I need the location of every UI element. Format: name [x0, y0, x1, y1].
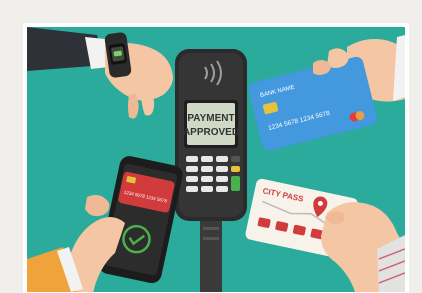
- confirm-key: [231, 176, 240, 191]
- screen-line-1: PAYMENT: [187, 113, 234, 124]
- terminal-screen: [187, 103, 235, 145]
- screen-line-2: APPROVED: [183, 127, 239, 138]
- contactless-payment-illustration: PAYMENT APPROVED BANK NAME 1234 5678 123…: [27, 27, 405, 292]
- page-frame: PAYMENT APPROVED BANK NAME 1234 5678 123…: [0, 0, 422, 293]
- payment-terminal: PAYMENT APPROVED: [175, 49, 247, 221]
